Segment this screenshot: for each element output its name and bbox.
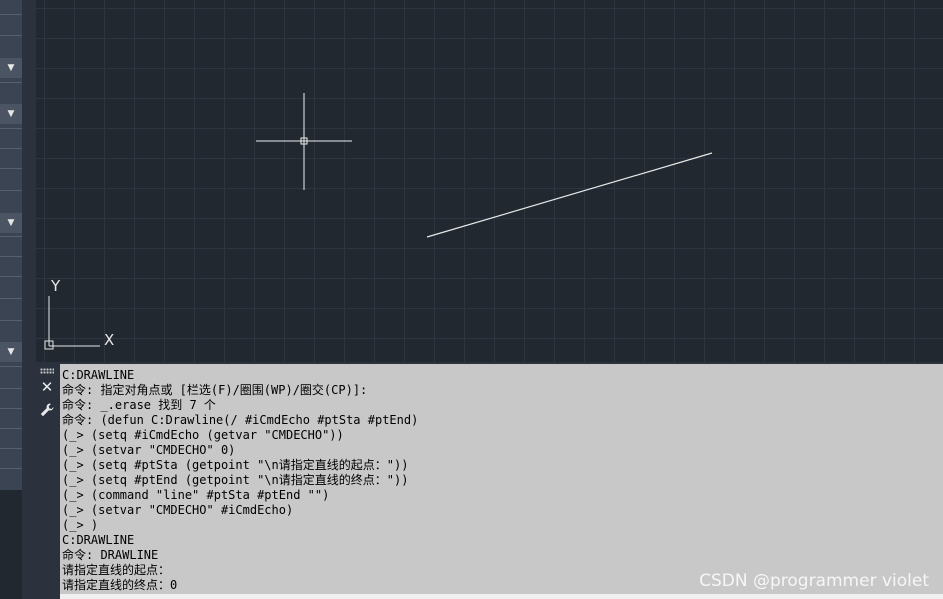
ucs-icon: X Y (44, 277, 114, 350)
command-history-line: C:DRAWLINE (62, 533, 135, 547)
palette-divider (0, 128, 22, 129)
palette-dropdown-button[interactable]: ▼ (0, 104, 22, 124)
command-history-line: (_> ) (62, 518, 99, 532)
chevron-down-icon: ▼ (7, 347, 15, 357)
ucs-y-label: Y (50, 277, 61, 295)
command-input-field[interactable] (60, 594, 943, 599)
palette-divider (0, 298, 22, 299)
palette-divider (0, 468, 22, 469)
command-history-line: (_> (command "line" #ptSta #ptEnd "") (62, 488, 330, 502)
chevron-down-icon: ▼ (7, 218, 15, 228)
palette-divider (0, 82, 22, 83)
palette-gutter (22, 0, 36, 599)
crosshair-cursor (256, 93, 352, 190)
palette-divider (0, 236, 22, 237)
close-icon[interactable]: ✕ (38, 378, 56, 396)
command-history[interactable]: C:DRAWLINE 命令: 指定对角点或 [栏选(F)/圈围(WP)/圈交(CP… (60, 364, 943, 594)
palette-divider (0, 148, 22, 149)
palette-dropdown-button[interactable]: ▼ (0, 342, 22, 362)
command-history-line: 命令: _.erase 找到 7 个 (62, 398, 216, 412)
command-line-window: ✕ C:DRAWLINE 命令: 指定对角点或 [栏选(F)/圈围(WP)/圈交(… (36, 362, 943, 599)
command-history-line: 命令: 指定对角点或 [栏选(F)/圈围(WP)/圈交(CP)]: (62, 383, 368, 397)
palette-divider (0, 276, 22, 277)
command-history-line: (_> (setvar "CMDECHO" 0) (62, 443, 236, 457)
palette-divider (0, 428, 22, 429)
palette-dropdown-button[interactable]: ▼ (0, 213, 22, 233)
palette-divider (0, 35, 22, 36)
drawing-canvas[interactable]: X Y (36, 0, 943, 362)
command-history-line: (_> (setvar "CMDECHO" #iCmdEcho) (62, 503, 294, 517)
line-entity[interactable] (426, 152, 713, 238)
left-tool-palette: ▼ ▼ ▼ ▼ (0, 0, 23, 490)
palette-divider (0, 448, 22, 449)
chevron-down-icon: ▼ (7, 63, 15, 73)
palette-divider (0, 388, 22, 389)
wrench-icon[interactable] (38, 402, 56, 420)
command-history-line: (_> (setq #ptSta (getpoint "\n请指定直线的起点："… (62, 458, 409, 472)
command-history-line: 命令: (defun C:Drawline(/ #iCmdEcho #ptSta… (62, 413, 419, 427)
command-history-line: 命令: DRAWLINE (62, 548, 159, 562)
palette-divider (0, 168, 22, 169)
palette-dropdown-button[interactable]: ▼ (0, 58, 22, 78)
palette-divider (0, 320, 22, 321)
command-line-toolbar: ✕ (36, 364, 58, 599)
ucs-x-label: X (104, 331, 114, 349)
palette-divider (0, 408, 22, 409)
palette-divider (0, 366, 22, 367)
chevron-down-icon: ▼ (7, 109, 15, 119)
command-history-line: (_> (setq #ptEnd (getpoint "\n请指定直线的终点："… (62, 473, 409, 487)
watermark-text: CSDN @programmer violet (699, 571, 929, 591)
palette-divider (0, 190, 22, 191)
command-history-line: C:DRAWLINE (62, 368, 135, 382)
palette-divider (0, 14, 22, 15)
canvas-graphics: X Y (44, 93, 713, 350)
palette-divider (0, 256, 22, 257)
command-history-list: C:DRAWLINE 命令: 指定对角点或 [栏选(F)/圈围(WP)/圈交(CP… (60, 364, 943, 593)
drag-grip-icon[interactable] (40, 368, 54, 374)
command-history-line: (_> (setq #iCmdEcho (getvar "CMDECHO")) (62, 428, 344, 442)
